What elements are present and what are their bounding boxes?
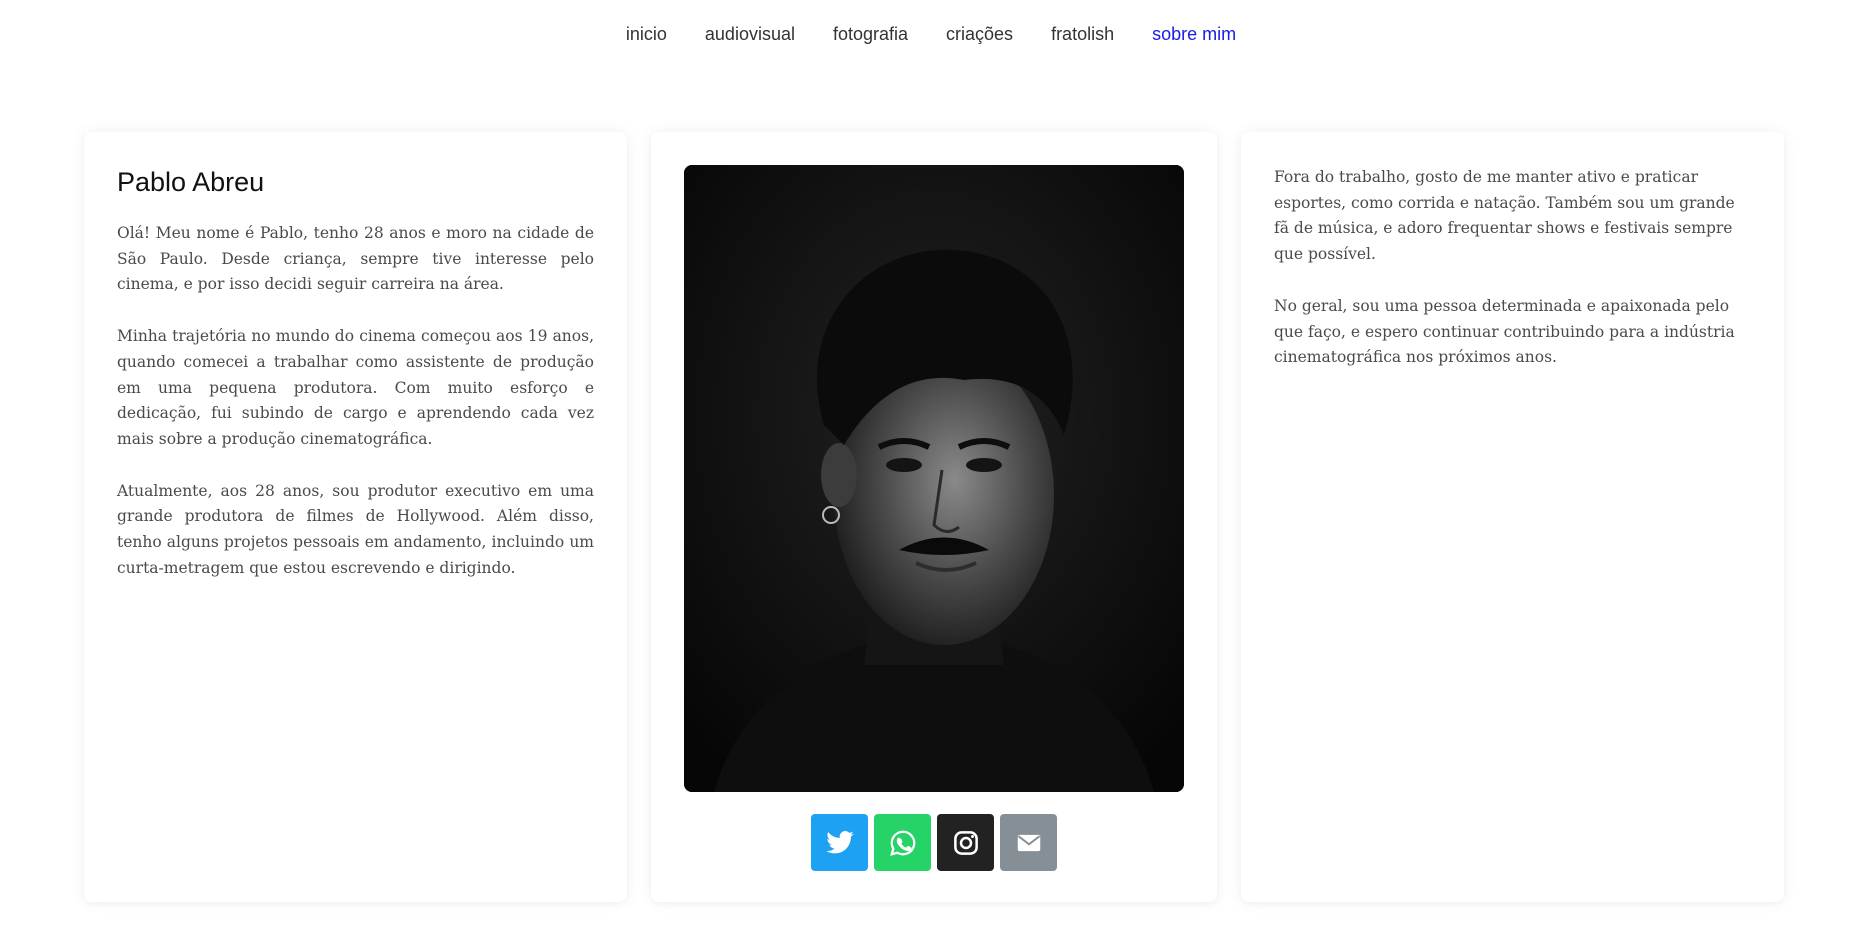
- nav-link-inicio[interactable]: inicio: [607, 0, 686, 68]
- instagram-icon: [953, 830, 978, 855]
- email-icon: [1017, 834, 1040, 851]
- whatsapp-button[interactable]: [874, 814, 931, 871]
- social-links: [684, 814, 1184, 871]
- whatsapp-icon: [889, 830, 915, 856]
- photo-card: [651, 132, 1217, 902]
- twitter-icon: [825, 830, 854, 853]
- nav-link-sobre-mim[interactable]: sobre mim: [1133, 0, 1255, 68]
- nav-link-fotografia[interactable]: fotografia: [814, 0, 927, 68]
- profile-photo: [684, 165, 1184, 792]
- nav-link-criacoes[interactable]: criações: [927, 0, 1032, 68]
- bio-paragraph: Fora do trabalho, gosto de me manter ati…: [1274, 168, 1735, 264]
- instagram-button[interactable]: [937, 814, 994, 871]
- bio-paragraph: Minha trajetória no mundo do cinema come…: [117, 327, 594, 448]
- bio-paragraph: Olá! Meu nome é Pablo, tenho 28 anos e m…: [117, 224, 594, 294]
- twitter-button[interactable]: [811, 814, 868, 871]
- bio-paragraph: No geral, sou uma pessoa determinada e a…: [1274, 296, 1735, 367]
- nav-link-audiovisual[interactable]: audiovisual: [686, 0, 814, 68]
- bio-card-left: Pablo Abreu Olá! Meu nome é Pablo, tenho…: [84, 132, 627, 902]
- email-button[interactable]: [1000, 814, 1057, 871]
- top-nav: inicio audiovisual fotografia criações f…: [0, 0, 1862, 68]
- nav-link-fratolish[interactable]: fratolish: [1032, 0, 1133, 68]
- bio-card-right: Fora do trabalho, gosto de me manter ati…: [1241, 132, 1784, 902]
- profile-name: Pablo Abreu: [117, 167, 265, 197]
- bio-paragraph: Atualmente, aos 28 anos, sou produtor ex…: [117, 481, 594, 577]
